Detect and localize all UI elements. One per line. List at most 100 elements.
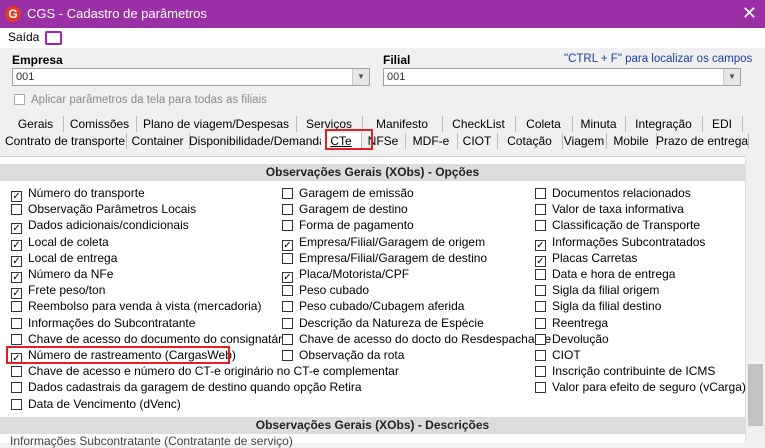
checkbox-icon[interactable]: [11, 398, 22, 410]
tab-cota-o[interactable]: Cotação: [497, 133, 563, 149]
checkbox-checked-icon[interactable]: ✓: [11, 255, 22, 267]
tab-comiss-es[interactable]: Comissões: [63, 116, 137, 132]
option-col3-12[interactable]: Valor para efeito de seguro (vCarga): [535, 380, 746, 394]
chevron-down-icon[interactable]: ▼: [723, 69, 740, 85]
checkbox-checked-icon[interactable]: ✓: [282, 239, 293, 251]
checkbox-icon[interactable]: [535, 382, 546, 394]
checkbox-icon[interactable]: [282, 188, 293, 199]
option-col1-6[interactable]: ✓ Frete peso/ton: [11, 283, 105, 300]
option-col2-5[interactable]: ✓ Placa/Motorista/CPF: [282, 267, 409, 283]
option-col1-2[interactable]: ✓ Dados adicionais/condicionais: [11, 218, 189, 235]
checkbox-icon[interactable]: [535, 301, 546, 313]
option-col2-1[interactable]: Garagem de destino: [282, 202, 408, 216]
checkbox-icon[interactable]: [11, 204, 22, 216]
checkbox-icon[interactable]: [282, 350, 293, 361]
option-col3-2[interactable]: Classificação de Transporte: [535, 218, 700, 232]
checkbox-icon[interactable]: [11, 333, 22, 345]
scrollbar-thumb[interactable]: [748, 364, 763, 426]
option-col1-0[interactable]: ✓ Número do transporte: [11, 186, 145, 202]
option-col1-11[interactable]: Chave de acesso e número do CT-e originá…: [11, 364, 399, 378]
option-col1-3[interactable]: ✓ Local de coleta: [11, 235, 109, 251]
chevron-down-icon[interactable]: ▼: [352, 69, 369, 85]
checkbox-icon[interactable]: [535, 269, 546, 280]
option-col3-9[interactable]: Devolução: [535, 332, 609, 346]
option-col1-4[interactable]: ✓ Local de entrega: [11, 251, 117, 267]
tab-gerais[interactable]: Gerais: [8, 116, 64, 132]
option-col3-7[interactable]: Sigla da filial destino: [535, 299, 661, 313]
tab-edi[interactable]: EDI: [702, 116, 743, 132]
filial-select[interactable]: 001 ▼: [383, 68, 741, 86]
option-col3-10[interactable]: CIOT: [535, 348, 581, 362]
checkbox-checked-icon[interactable]: ✓: [535, 255, 546, 267]
checkbox-icon[interactable]: [14, 94, 25, 105]
checkbox-icon[interactable]: [282, 301, 293, 313]
option-col2-10[interactable]: Observação da rota: [282, 348, 404, 362]
checkbox-checked-icon[interactable]: ✓: [11, 288, 22, 300]
checkbox-checked-icon[interactable]: ✓: [11, 239, 22, 251]
tab-integra-o[interactable]: Integração: [625, 116, 703, 132]
tab-manifesto[interactable]: Manifesto: [362, 116, 443, 132]
checkbox-icon[interactable]: [11, 317, 22, 329]
tab-container[interactable]: Container: [126, 133, 190, 149]
checkbox-icon[interactable]: [11, 382, 22, 394]
monitor-icon[interactable]: [45, 31, 62, 45]
tab-viagem[interactable]: Viagem: [562, 133, 607, 149]
option-col1-1[interactable]: Observação Parâmetros Locais: [11, 202, 196, 216]
tab-disponibilidade-demanda[interactable]: Disponibilidade/Demanda: [189, 133, 326, 149]
checkbox-checked-icon[interactable]: ✓: [282, 272, 293, 283]
checkbox-icon[interactable]: [11, 366, 22, 378]
close-icon[interactable]: ✕: [742, 3, 757, 23]
checkbox-icon[interactable]: [282, 285, 293, 297]
checkbox-checked-icon[interactable]: ✓: [535, 239, 546, 251]
option-col2-9[interactable]: Chave de acesso do docto do Resdespachan…: [282, 332, 551, 346]
checkbox-icon[interactable]: [535, 220, 546, 232]
tab-plano-de-viagem-despesas[interactable]: Plano de viagem/Despesas: [136, 116, 297, 132]
checkbox-icon[interactable]: [282, 220, 293, 232]
option-col1-12[interactable]: Dados cadastrais da garagem de destino q…: [11, 380, 362, 394]
empresa-select[interactable]: 001 ▼: [12, 68, 370, 86]
option-col1-7[interactable]: Reembolso para venda à vista (mercadoria…: [11, 299, 261, 313]
tab-coleta[interactable]: Coleta: [515, 116, 573, 132]
tab-checklist[interactable]: CheckList: [442, 116, 516, 132]
checkbox-icon[interactable]: [11, 301, 22, 313]
option-col3-0[interactable]: Documentos relacionados: [535, 186, 691, 200]
menu-item-saida[interactable]: Saída: [8, 30, 39, 44]
option-col2-0[interactable]: Garagem de emissão: [282, 186, 414, 200]
apply-all-checkbox[interactable]: Aplicar parâmetros da tela para todas as…: [14, 94, 267, 106]
checkbox-icon[interactable]: [535, 188, 546, 199]
option-col3-3[interactable]: ✓ Informações Subcontratados: [535, 235, 705, 251]
checkbox-icon[interactable]: [282, 252, 293, 264]
checkbox-icon[interactable]: [282, 333, 293, 345]
tab-ciot[interactable]: CIOT: [457, 133, 498, 149]
option-col3-1[interactable]: Valor de taxa informativa: [535, 202, 684, 216]
option-col1-13[interactable]: Data de Vencimento (dVenc): [11, 397, 181, 411]
option-col1-5[interactable]: ✓ Número da NFe: [11, 267, 113, 283]
checkbox-icon[interactable]: [535, 285, 546, 297]
option-col2-7[interactable]: Peso cubado/Cubagem aferida: [282, 299, 464, 313]
checkbox-icon[interactable]: [535, 317, 546, 329]
tab-mdf-e[interactable]: MDF-e: [405, 133, 458, 149]
tab-contrato-de-transporte[interactable]: Contrato de transporte: [4, 133, 127, 149]
option-col2-2[interactable]: Forma de pagamento: [282, 218, 414, 232]
checkbox-icon[interactable]: [535, 366, 546, 378]
checkbox-icon[interactable]: [282, 317, 293, 329]
checkbox-icon[interactable]: [535, 350, 546, 361]
checkbox-icon[interactable]: [535, 333, 546, 345]
option-col3-6[interactable]: Sigla da filial origem: [535, 283, 659, 297]
checkbox-checked-icon[interactable]: ✓: [11, 191, 22, 202]
option-col3-11[interactable]: Inscrição contribuinte de ICMS: [535, 364, 715, 378]
checkbox-checked-icon[interactable]: ✓: [11, 223, 22, 235]
option-col1-9[interactable]: Chave de acesso do documento do consigna…: [11, 332, 292, 346]
option-col2-4[interactable]: Empresa/Filial/Garagem de destino: [282, 251, 487, 265]
vertical-scrollbar[interactable]: [745, 156, 765, 442]
checkbox-icon[interactable]: [535, 204, 546, 216]
checkbox-checked-icon[interactable]: ✓: [11, 272, 22, 283]
option-col1-8[interactable]: Informações do Subcontratante: [11, 316, 195, 330]
option-col3-5[interactable]: Data e hora de entrega: [535, 267, 675, 281]
option-col2-3[interactable]: ✓ Empresa/Filial/Garagem de origem: [282, 235, 485, 251]
option-col3-4[interactable]: ✓ Placas Carretas: [535, 251, 637, 267]
option-col3-8[interactable]: Reentrega: [535, 316, 608, 330]
tab-prazo-de-entrega[interactable]: Prazo de entrega: [656, 133, 749, 149]
tab-mobile[interactable]: Mobile: [606, 133, 657, 149]
tab-minuta[interactable]: Minuta: [572, 116, 626, 132]
